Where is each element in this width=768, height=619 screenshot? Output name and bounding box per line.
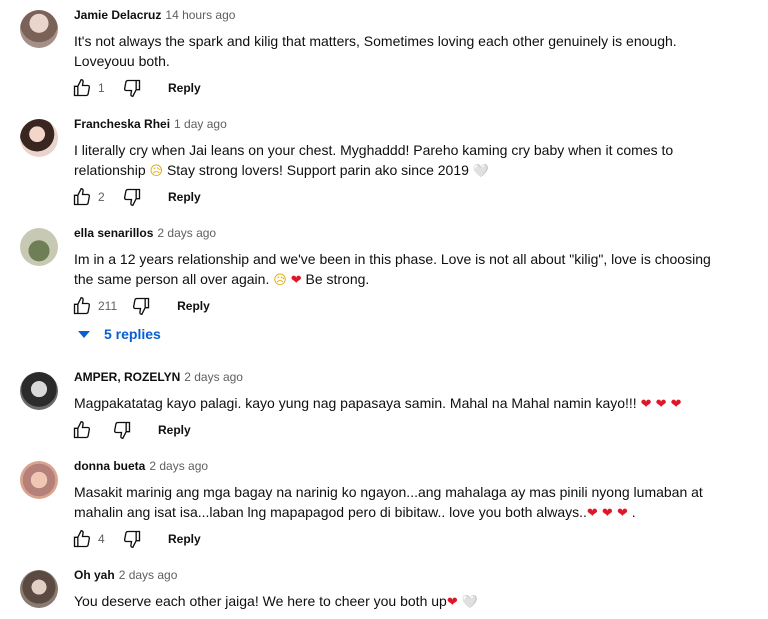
timestamp[interactable]: 2 days ago xyxy=(119,568,178,582)
thumbs-down-icon[interactable] xyxy=(129,294,153,318)
like-count: 2 xyxy=(98,190,105,204)
timestamp[interactable]: 14 hours ago xyxy=(165,8,235,22)
view-replies-button[interactable]: 5 replies xyxy=(74,326,161,342)
thumbs-up-icon[interactable] xyxy=(70,418,94,442)
comment-text: I literally cry when Jai leans on your c… xyxy=(74,140,734,182)
red-heart-emoji: ❤ ❤ ❤ xyxy=(640,397,682,412)
reply-button[interactable]: Reply xyxy=(162,77,207,99)
red-heart-emoji: ❤ ❤ ❤ xyxy=(586,506,628,521)
timestamp[interactable]: 2 days ago xyxy=(157,226,216,240)
crying-face-emoji: 😥 xyxy=(273,273,287,288)
author-name[interactable]: donna bueta xyxy=(74,459,145,473)
avatar[interactable] xyxy=(20,119,58,157)
like-count: 4 xyxy=(98,532,105,546)
thumbs-up-icon[interactable] xyxy=(70,76,94,100)
thumbs-down-icon[interactable] xyxy=(120,76,144,100)
reply-button[interactable]: Reply xyxy=(152,419,197,441)
comment-text-part: Magpakatatag kayo palagi. kayo yung nag … xyxy=(74,395,641,411)
avatar[interactable] xyxy=(20,228,58,266)
comment-text: Im in a 12 years relationship and we've … xyxy=(74,249,734,291)
like-count: 1 xyxy=(98,81,105,95)
avatar[interactable] xyxy=(20,372,58,410)
comment-text: It's not always the spark and kilig that… xyxy=(74,33,677,69)
timestamp[interactable]: 2 days ago xyxy=(149,459,208,473)
avatar[interactable] xyxy=(20,461,58,499)
comment-text-part: Be strong. xyxy=(301,271,370,287)
avatar[interactable] xyxy=(20,10,58,48)
reply-button[interactable]: Reply xyxy=(162,186,207,208)
comment-text: Magpakatatag kayo palagi. kayo yung nag … xyxy=(74,393,734,415)
thumbs-up-icon[interactable] xyxy=(70,185,94,209)
reply-button[interactable]: Reply xyxy=(171,295,216,317)
author-name[interactable]: AMPER, ROZELYN xyxy=(74,370,180,384)
reply-button[interactable]: Reply xyxy=(162,528,207,550)
timestamp[interactable]: 2 days ago xyxy=(184,370,243,384)
replies-label: 5 replies xyxy=(104,326,161,342)
like-count: 211 xyxy=(98,299,118,313)
thumbs-up-icon[interactable] xyxy=(70,527,94,551)
white-heart-emoji: 🤍 xyxy=(472,164,489,179)
comment-text: Masakit marinig ang mga bagay na narinig… xyxy=(74,482,734,524)
comment-actions: 1 Reply xyxy=(70,76,207,100)
red-heart-emoji: ❤ xyxy=(290,273,302,288)
author-name[interactable]: ella senarillos xyxy=(74,226,153,240)
author-name[interactable]: Francheska Rhei xyxy=(74,117,170,131)
thumbs-up-icon[interactable] xyxy=(70,294,94,318)
comment-text-part: Im in a 12 years relationship and we've … xyxy=(74,251,711,287)
comment-actions: 2 Reply xyxy=(70,185,207,209)
comment-actions: Reply xyxy=(70,418,197,442)
white-heart-emoji: 🤍 xyxy=(461,595,478,610)
comment-actions: 211 Reply xyxy=(70,294,216,318)
comment-text: You deserve each other jaiga! We here to… xyxy=(74,591,734,613)
red-heart-emoji: ❤ xyxy=(446,595,458,610)
timestamp[interactable]: 1 day ago xyxy=(174,117,227,131)
triangle-down-icon xyxy=(78,330,90,338)
thumbs-down-icon[interactable] xyxy=(120,527,144,551)
avatar[interactable] xyxy=(20,570,58,608)
comment-text-part: You deserve each other jaiga! We here to… xyxy=(74,593,447,609)
comment-text-part: Stay strong lovers! Support parin ako si… xyxy=(163,162,473,178)
comment-text-part: . xyxy=(627,504,636,520)
thumbs-down-icon[interactable] xyxy=(120,185,144,209)
thumbs-down-icon[interactable] xyxy=(110,418,134,442)
crying-face-emoji: 😥 xyxy=(149,164,164,179)
comment-actions: 4 Reply xyxy=(70,527,207,551)
author-name[interactable]: Jamie Delacruz xyxy=(74,8,161,22)
author-name[interactable]: Oh yah xyxy=(74,568,115,582)
